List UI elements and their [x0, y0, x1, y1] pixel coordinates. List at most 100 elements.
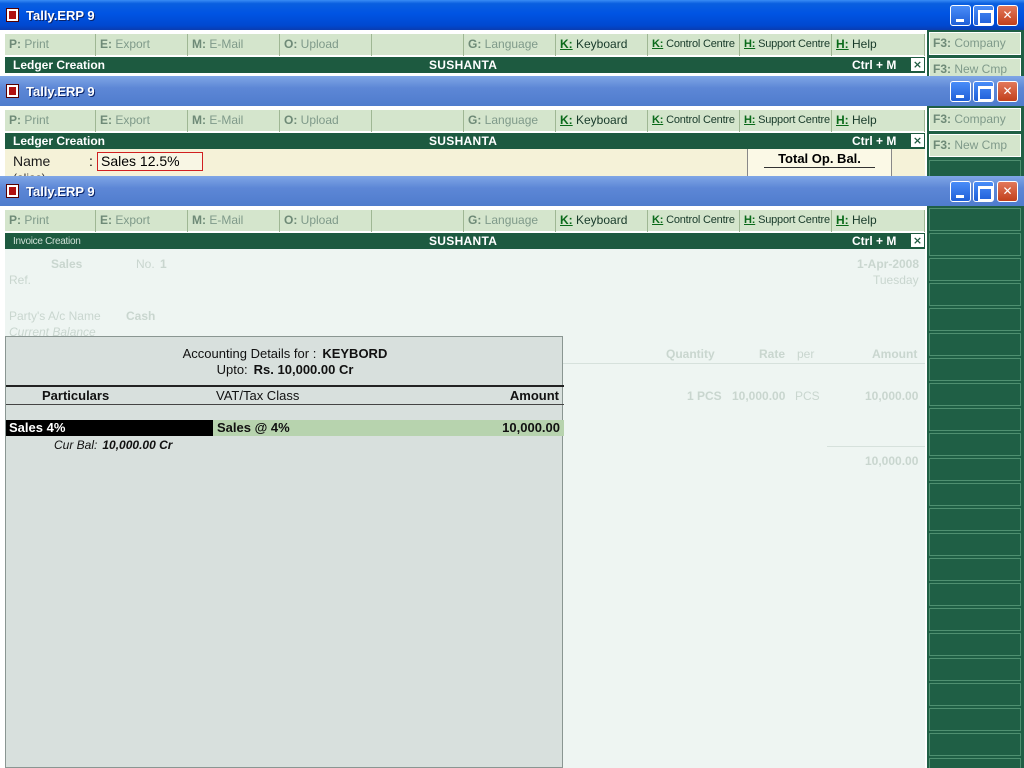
- table-row[interactable]: Sales 4% Sales @ 4% 10,000.00: [6, 420, 564, 436]
- row-amount[interactable]: 10,000.00: [502, 420, 560, 436]
- email-button[interactable]: M: E-Mail: [188, 110, 280, 132]
- empty-button-slot: [372, 110, 464, 132]
- right-panel-slot: [929, 433, 1021, 456]
- accounting-details-popup: Accounting Details for : KEYBORD Upto: Rs.…: [5, 336, 564, 768]
- close-screen-icon[interactable]: ×: [911, 134, 924, 147]
- upload-button[interactable]: O: Upload: [280, 210, 372, 232]
- total-op-bal-panel: Total Op. Bal.: [747, 149, 892, 178]
- current-balance: Cur Bal: 10,000.00 Cr: [54, 438, 172, 452]
- close-screen-icon[interactable]: ×: [911, 58, 924, 71]
- shortcut-hint: Ctrl + M: [852, 134, 897, 148]
- column-header-rule: [563, 363, 925, 364]
- right-panel-slot: [929, 683, 1021, 706]
- upload-button[interactable]: O: Upload: [280, 34, 372, 56]
- export-button[interactable]: E: Export: [96, 210, 188, 232]
- control-centre-button[interactable]: K: Control Centre: [648, 110, 740, 132]
- close-screen-icon[interactable]: ×: [911, 234, 924, 247]
- minimize-button[interactable]: [950, 181, 971, 202]
- voucher-no: 1: [160, 257, 167, 271]
- voucher-date: 1-Apr-2008: [857, 257, 920, 271]
- shortcut-hint: Ctrl + M: [852, 58, 897, 72]
- language-button[interactable]: G: Language: [464, 110, 556, 132]
- right-panel-slot: [929, 458, 1021, 481]
- print-button[interactable]: P: Print: [5, 210, 96, 232]
- tally-app-icon: [6, 184, 19, 198]
- company-name: SUSHANTA: [429, 234, 498, 248]
- print-button[interactable]: P: Print: [5, 110, 96, 132]
- right-panel-slot: [929, 333, 1021, 356]
- maximize-button[interactable]: [973, 181, 994, 202]
- email-button[interactable]: M: E-Mail: [188, 34, 280, 56]
- name-colon: :: [89, 153, 93, 169]
- window-title: Tally.ERP 9: [26, 8, 95, 23]
- company-button[interactable]: F3: Company: [929, 32, 1021, 55]
- voucher-total: 10,000.00: [865, 454, 919, 468]
- cur-bal-label: Cur Bal:: [54, 438, 98, 452]
- upto-label: Upto:: [216, 362, 248, 377]
- help-button[interactable]: H: Help: [832, 110, 925, 132]
- right-panel-slot: [929, 708, 1021, 731]
- close-button[interactable]: [997, 81, 1018, 102]
- close-button[interactable]: [997, 5, 1018, 26]
- maximize-button[interactable]: [973, 5, 994, 26]
- row-particulars[interactable]: Sales 4%: [6, 420, 213, 436]
- amount-column: Amount: [509, 388, 559, 403]
- title-bar[interactable]: Tally.ERP 9: [0, 0, 1024, 30]
- right-panel-slot: [929, 733, 1021, 756]
- tally-window-2: Tally.ERP 9 P: Print E: Export M: E-Mail…: [0, 76, 1024, 178]
- right-panel-slot: [929, 533, 1021, 556]
- control-centre-button[interactable]: K: Control Centre: [648, 210, 740, 232]
- empty-button-slot: [372, 34, 464, 56]
- right-panel-slot: [929, 308, 1021, 331]
- popup-upto: Upto: Rs. 10,000.00 Cr: [6, 362, 564, 377]
- support-centre-button[interactable]: H: Support Centre: [740, 34, 832, 56]
- company-name: SUSHANTA: [429, 58, 498, 72]
- item-rate: 10,000.00: [732, 389, 786, 403]
- help-button[interactable]: H: Help: [832, 210, 925, 232]
- export-button[interactable]: E: Export: [96, 110, 188, 132]
- tally-app-icon: [6, 8, 19, 22]
- ledger-name-input[interactable]: Sales 12.5%: [97, 152, 203, 171]
- quantity-column: Quantity: [666, 347, 715, 361]
- item-quantity: 1 PCS: [687, 389, 722, 403]
- print-button[interactable]: P: Print: [5, 34, 96, 56]
- screen-caption-bar: Ledger Creation SUSHANTA Ctrl + M ×: [5, 133, 925, 149]
- close-button[interactable]: [997, 181, 1018, 202]
- vat-class-column: VAT/Tax Class: [216, 388, 300, 403]
- particulars-column: Particulars: [42, 388, 110, 403]
- new-cmp-button[interactable]: F3: New Cmp: [929, 58, 1021, 78]
- language-button[interactable]: G: Language: [464, 34, 556, 56]
- header-rule-bottom: [6, 404, 564, 405]
- minimize-button[interactable]: [950, 5, 971, 26]
- ledger-form: Name : Sales 12.5% (alias) Total Op. Bal…: [5, 149, 925, 178]
- help-button[interactable]: H: Help: [832, 34, 925, 56]
- company-button[interactable]: F3: Company: [929, 108, 1021, 131]
- title-bar[interactable]: Tally.ERP 9: [0, 76, 1024, 106]
- minimize-button[interactable]: [950, 81, 971, 102]
- upload-button[interactable]: O: Upload: [280, 110, 372, 132]
- empty-button-slot: [372, 210, 464, 232]
- keyboard-button[interactable]: K: Keyboard: [556, 210, 648, 232]
- new-cmp-button[interactable]: F3: New Cmp: [929, 134, 1021, 157]
- support-centre-button[interactable]: H: Support Centre: [740, 110, 832, 132]
- popup-title-label: Accounting Details for :: [182, 346, 317, 361]
- maximize-button[interactable]: [973, 81, 994, 102]
- party-name: Cash: [126, 309, 156, 323]
- language-button[interactable]: G: Language: [464, 210, 556, 232]
- support-centre-button[interactable]: H: Support Centre: [740, 210, 832, 232]
- keyboard-button[interactable]: K: Keyboard: [556, 110, 648, 132]
- export-button[interactable]: E: Export: [96, 34, 188, 56]
- voucher-no-label: No.: [136, 257, 155, 271]
- control-centre-button[interactable]: K: Control Centre: [648, 34, 740, 56]
- keyboard-button[interactable]: K: Keyboard: [556, 34, 648, 56]
- title-bar[interactable]: Tally.ERP 9: [0, 176, 1024, 206]
- right-button-panel: [927, 206, 1024, 768]
- right-panel-slot: [929, 383, 1021, 406]
- screen-title: Ledger Creation: [13, 134, 106, 148]
- right-panel-slot: [929, 408, 1021, 431]
- right-panel-slot: [929, 608, 1021, 631]
- total-rule: [827, 446, 925, 447]
- email-button[interactable]: M: E-Mail: [188, 210, 280, 232]
- right-panel-slot: [929, 358, 1021, 381]
- right-panel-slot: [929, 483, 1021, 506]
